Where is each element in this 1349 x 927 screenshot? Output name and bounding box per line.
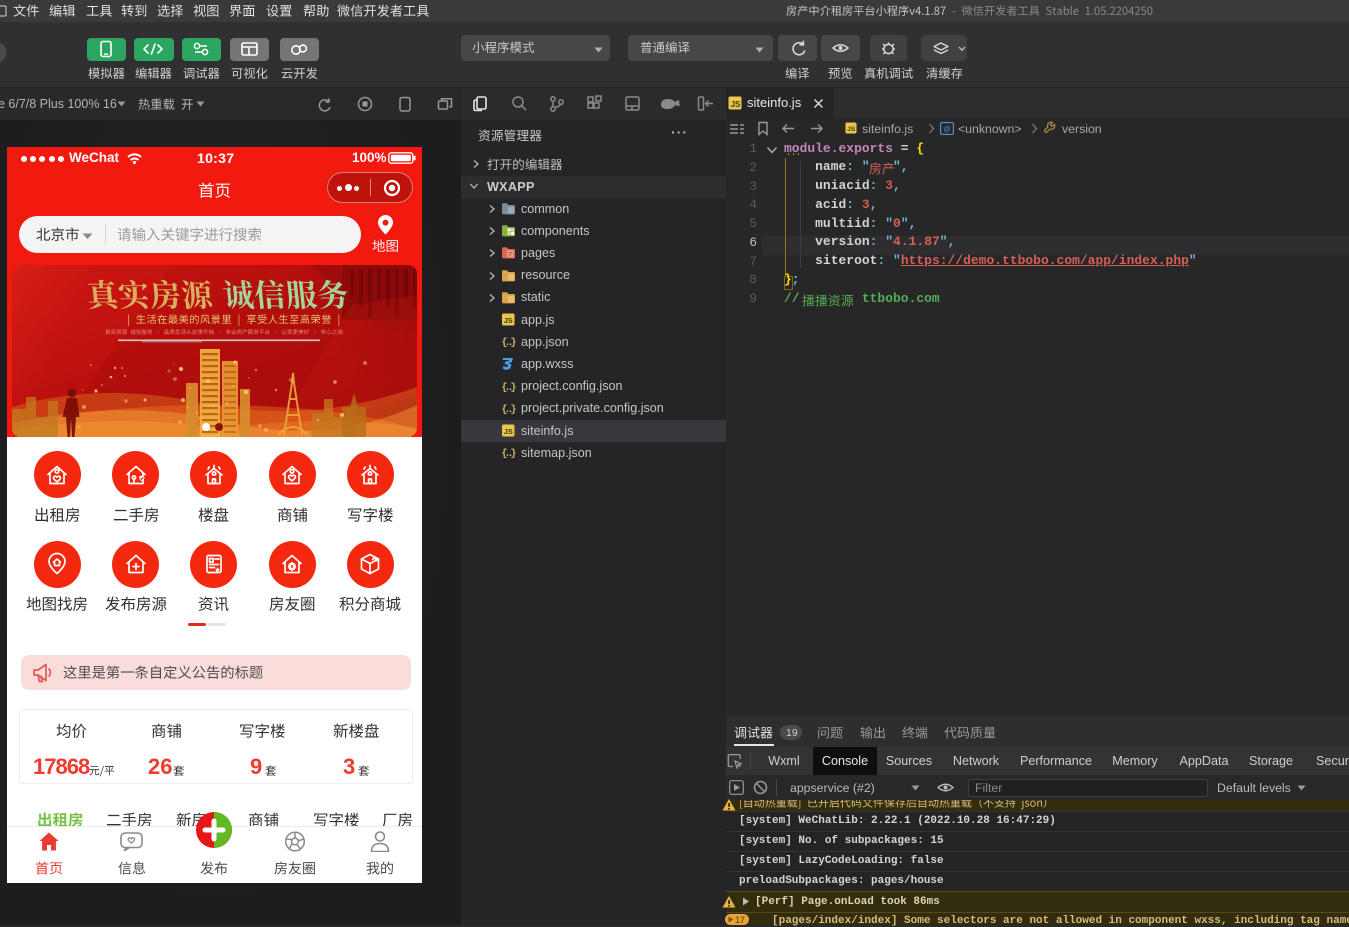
svg-text:JS: JS: [847, 126, 856, 133]
svg-text:{..}: {..}: [502, 382, 517, 393]
svg-text:JS: JS: [731, 100, 741, 109]
svg-text:@: @: [943, 127, 950, 134]
svg-text:JS: JS: [504, 316, 513, 325]
svg-text:{..}: {..}: [502, 404, 517, 415]
svg-text:JS: JS: [504, 427, 513, 436]
svg-text:{..}: {..}: [502, 337, 517, 348]
svg-text:{..}: {..}: [502, 448, 517, 459]
